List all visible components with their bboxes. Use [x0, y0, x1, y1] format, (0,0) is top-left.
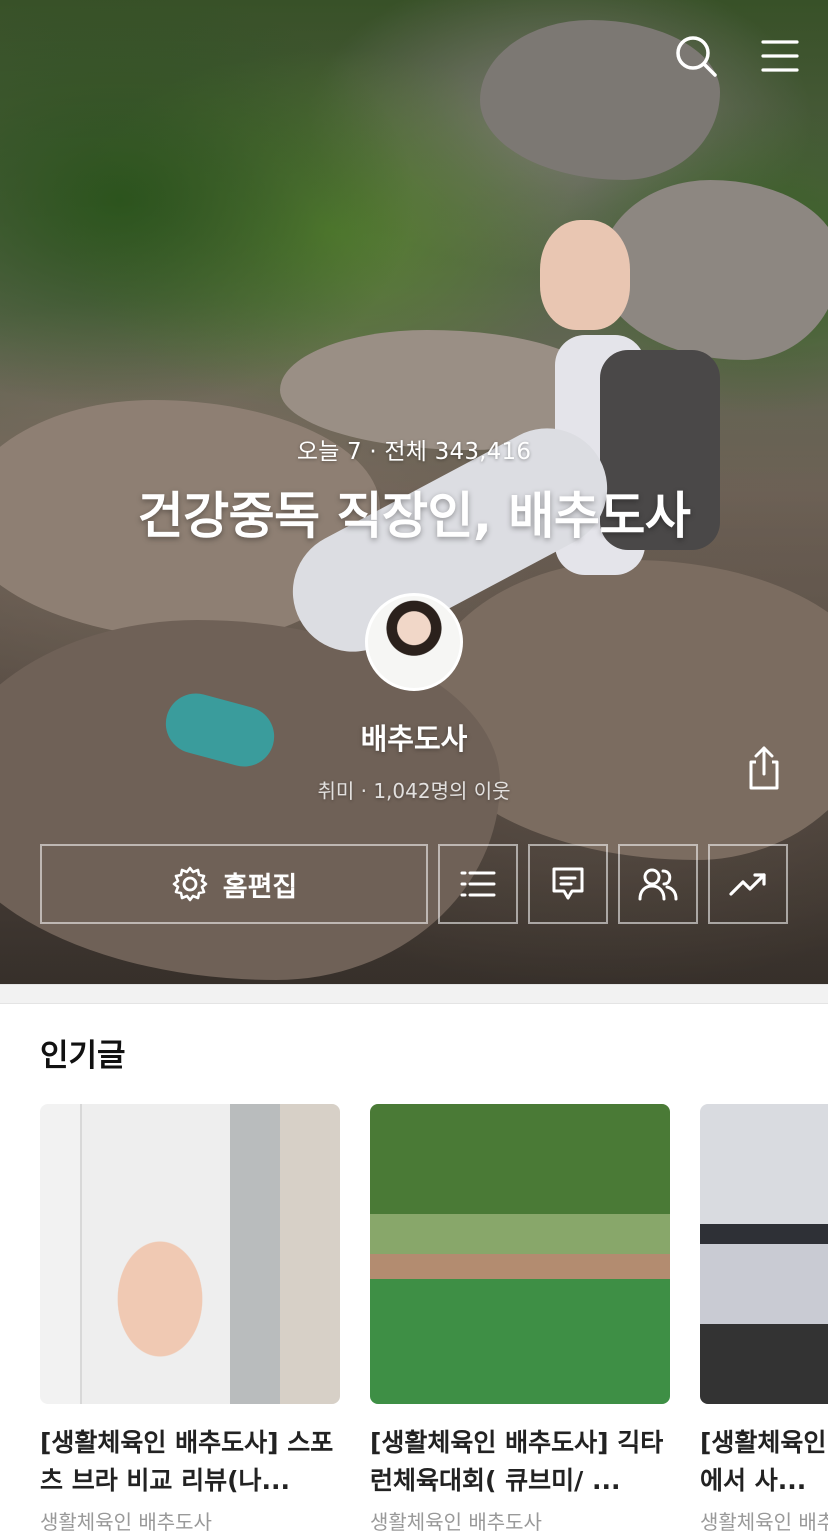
home-edit-button[interactable]: 홈편집	[40, 844, 428, 924]
section-divider	[0, 984, 828, 1004]
comment-icon	[552, 867, 584, 900]
post-thumbnail[interactable]	[700, 1104, 828, 1404]
stats-button[interactable]	[708, 844, 788, 924]
blog-meta: 취미 · 1,042명의 이웃	[317, 779, 511, 803]
post-author: 생활체육인 배추도사	[370, 1510, 542, 1532]
neighbors-icon	[638, 868, 678, 901]
visit-count: 오늘 7 · 전체 343,416	[296, 439, 532, 465]
post-author: 생활체육인 배추도사	[40, 1510, 212, 1532]
post-thumbnail[interactable]	[370, 1104, 670, 1404]
hamburger-menu-icon	[761, 40, 799, 72]
post-author: 생활체육인 배추도사	[700, 1510, 828, 1532]
neighbors-button[interactable]	[618, 844, 698, 924]
post-title[interactable]: [생활체육인 배추도사] 긱타런체육대회( 큐브미/ ...	[370, 1424, 670, 1500]
gear-icon	[172, 866, 208, 902]
post-title[interactable]: [생활체육인 배추도사] 스포츠 브라 비교 리뷰(나...	[40, 1424, 340, 1500]
home-edit-label: 홈편집	[222, 871, 298, 903]
post-title[interactable]: [생활체육인 배추도사] F45에서 사...	[700, 1424, 828, 1500]
popular-posts-title: 인기글	[40, 1038, 126, 1074]
share-icon	[749, 746, 779, 790]
list-icon	[460, 871, 496, 897]
share-button[interactable]	[740, 742, 788, 794]
search-icon	[676, 36, 717, 77]
post-list-button[interactable]	[438, 844, 518, 924]
avatar[interactable]	[365, 593, 463, 691]
menu-button[interactable]	[756, 32, 804, 80]
guestbook-button[interactable]	[528, 844, 608, 924]
blog-title[interactable]: 건강중독 직장인, 배추도사	[0, 476, 828, 548]
popular-post-card[interactable]: [생활체육인 배추도사] 스포츠 브라 비교 리뷰(나... 생활체육인 배추도…	[40, 1104, 340, 1532]
stats-trend-icon	[729, 873, 766, 896]
nickname[interactable]: 배추도사	[0, 716, 828, 758]
popular-post-card[interactable]: [생활체육인 배추도사] F45에서 사... 생활체육인 배추도사	[700, 1104, 828, 1532]
popular-post-card[interactable]: [생활체육인 배추도사] 긱타런체육대회( 큐브미/ ... 생활체육인 배추도…	[370, 1104, 670, 1532]
search-button[interactable]	[672, 32, 720, 80]
post-thumbnail[interactable]	[40, 1104, 340, 1404]
